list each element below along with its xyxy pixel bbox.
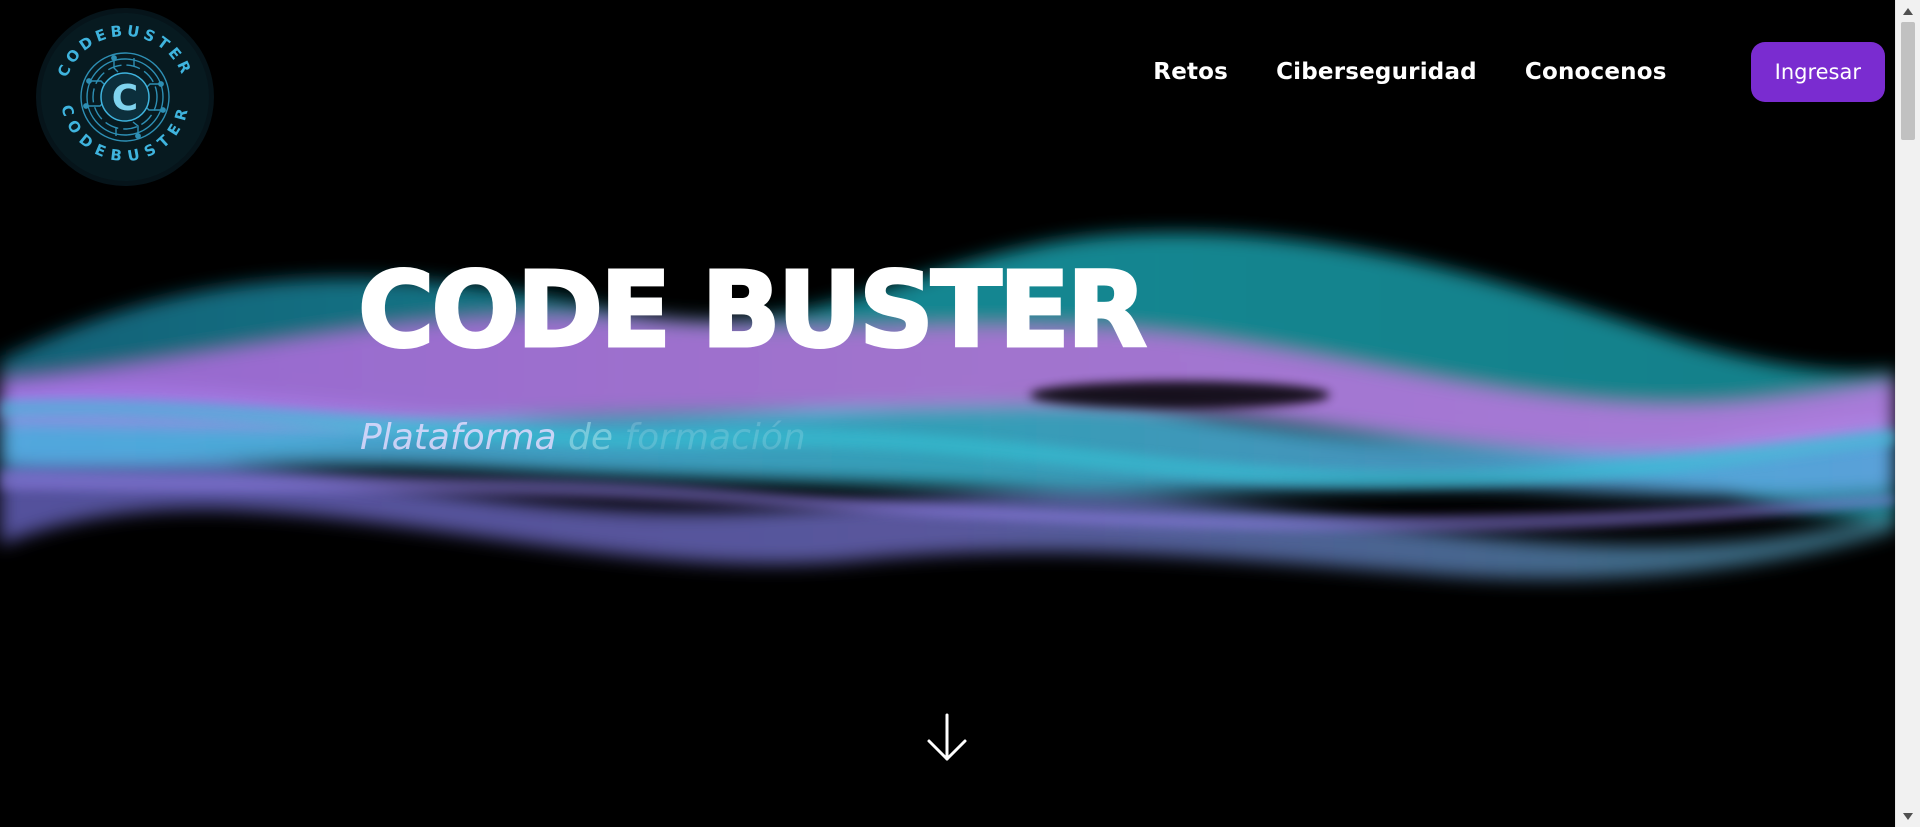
nav-link-ciberseguridad[interactable]: Ciberseguridad <box>1276 59 1477 85</box>
codebuster-logo[interactable]: CODEBUSTER CODEBUSTER C <box>34 6 216 188</box>
nav-link-retos[interactable]: Retos <box>1153 59 1228 85</box>
login-button[interactable]: Ingresar <box>1750 42 1885 102</box>
hero-title: CODE BUSTER <box>357 249 1149 371</box>
main-nav: Retos Ciberseguridad Conocenos Ingresar <box>1153 42 1885 102</box>
scroll-up-icon[interactable] <box>1896 2 1920 20</box>
vertical-scrollbar[interactable] <box>1895 0 1920 827</box>
scroll-down-icon[interactable] <box>1896 807 1920 825</box>
scrollbar-thumb[interactable] <box>1901 22 1915 140</box>
viewport: CODEBUSTER CODEBUSTER C Retos Cibersegur… <box>0 0 1895 827</box>
logo-letter: C <box>112 78 138 119</box>
hero-subtitle-word-1: Plataforma <box>360 417 557 458</box>
hero-subtitle-word-2: de <box>568 417 614 458</box>
hero-subtitle: Plataforma de formación <box>360 420 806 456</box>
nav-link-conocenos[interactable]: Conocenos <box>1525 59 1667 85</box>
arrow-down-icon[interactable] <box>924 712 970 764</box>
hero-subtitle-word-3: formación <box>624 417 806 458</box>
page: CODEBUSTER CODEBUSTER C Retos Cibersegur… <box>0 0 1920 827</box>
hero-wave-background <box>0 232 1895 579</box>
